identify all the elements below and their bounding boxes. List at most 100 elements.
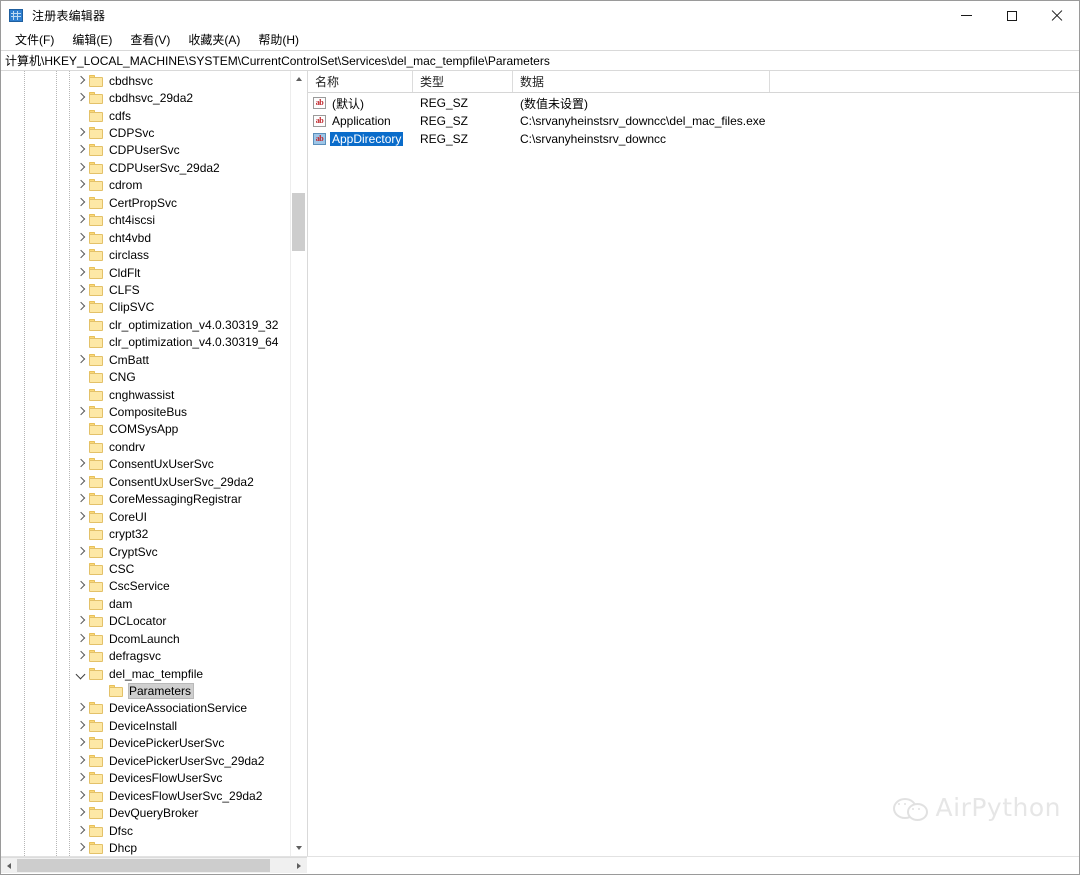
menu-item-2[interactable]: 编辑(E) [63, 29, 121, 51]
address-bar[interactable]: 计算机\HKEY_LOCAL_MACHINE\SYSTEM\CurrentCon… [1, 50, 1079, 71]
chevron-right-icon[interactable] [73, 700, 89, 716]
close-button[interactable] [1034, 1, 1079, 30]
tree-node[interactable]: ConsentUxUserSvc [1, 456, 291, 473]
chevron-right-icon[interactable] [73, 474, 89, 490]
chevron-right-icon[interactable] [73, 230, 89, 246]
tree-node[interactable]: Dhcp [1, 839, 291, 856]
chevron-right-icon[interactable] [73, 352, 89, 368]
tree-node[interactable]: CscService [1, 578, 291, 595]
tree-node[interactable]: DevicesFlowUserSvc_29da2 [1, 787, 291, 804]
chevron-right-icon[interactable] [73, 509, 89, 525]
chevron-right-icon[interactable] [73, 404, 89, 420]
tree-node[interactable]: DevQueryBroker [1, 804, 291, 821]
tree-node[interactable]: clr_optimization_v4.0.30319_32 [1, 316, 291, 333]
chevron-right-icon[interactable] [73, 735, 89, 751]
tree-node[interactable]: DevicePickerUserSvc [1, 735, 291, 752]
menu-item-3[interactable]: 查看(V) [121, 29, 179, 51]
column-header-name[interactable]: 名称 [308, 71, 413, 92]
column-header-type[interactable]: 类型 [413, 71, 513, 92]
menu-item-1[interactable]: 文件(F) [6, 29, 63, 51]
chevron-right-icon[interactable] [73, 125, 89, 141]
tree-node[interactable]: COMSysApp [1, 421, 291, 438]
chevron-right-icon[interactable] [73, 195, 89, 211]
chevron-right-icon[interactable] [73, 177, 89, 193]
chevron-right-icon[interactable] [73, 282, 89, 298]
chevron-right-icon[interactable] [73, 160, 89, 176]
scroll-up-button[interactable] [291, 71, 306, 87]
minimize-button[interactable] [944, 1, 989, 30]
tree-node[interactable]: DCLocator [1, 613, 291, 630]
chevron-right-icon[interactable] [73, 770, 89, 786]
tree-node[interactable]: CryptSvc [1, 543, 291, 560]
tree-node[interactable]: CompositeBus [1, 403, 291, 420]
tree-node[interactable]: del_mac_tempfile [1, 665, 291, 682]
value-row[interactable]: ab (默认) REG_SZ (数值未设置) [308, 94, 1079, 112]
chevron-down-icon[interactable] [73, 666, 89, 682]
tree-node[interactable]: clr_optimization_v4.0.30319_64 [1, 334, 291, 351]
tree-node[interactable]: Parameters [1, 682, 291, 700]
menu-item-5[interactable]: 帮助(H) [249, 29, 308, 51]
tree-node[interactable]: cdrom [1, 177, 291, 194]
tree-node[interactable]: CLFS [1, 281, 291, 298]
tree-node[interactable]: cnghwassist [1, 386, 291, 403]
tree-node[interactable]: crypt32 [1, 525, 291, 542]
tree-node[interactable]: CmBatt [1, 351, 291, 368]
tree-node[interactable]: CoreUI [1, 508, 291, 525]
chevron-right-icon[interactable] [73, 788, 89, 804]
tree-node[interactable]: cht4vbd [1, 229, 291, 246]
chevron-right-icon[interactable] [73, 247, 89, 263]
tree-node[interactable]: CDPSvc [1, 124, 291, 141]
chevron-right-icon[interactable] [73, 90, 89, 106]
chevron-right-icon[interactable] [73, 840, 89, 856]
tree-node[interactable]: cbdhsvc [1, 72, 291, 89]
chevron-right-icon[interactable] [73, 613, 89, 629]
tree-node[interactable]: DevicePickerUserSvc_29da2 [1, 752, 291, 769]
chevron-right-icon[interactable] [73, 73, 89, 89]
scroll-down-button[interactable] [291, 840, 306, 856]
chevron-right-icon[interactable] [73, 212, 89, 228]
tree-node[interactable]: CDPUserSvc [1, 142, 291, 159]
chevron-right-icon[interactable] [73, 718, 89, 734]
tree-node[interactable]: CSC [1, 560, 291, 577]
tree-node[interactable]: DeviceAssociationService [1, 700, 291, 717]
tree-node[interactable]: CldFlt [1, 264, 291, 281]
chevron-right-icon[interactable] [73, 142, 89, 158]
column-header-data[interactable]: 数据 [513, 71, 770, 92]
tree-node[interactable]: CoreMessagingRegistrar [1, 491, 291, 508]
chevron-right-icon[interactable] [73, 631, 89, 647]
tree-node[interactable]: condrv [1, 438, 291, 455]
tree-node[interactable]: cbdhsvc_29da2 [1, 89, 291, 106]
tree-node[interactable]: cht4iscsi [1, 212, 291, 229]
tree-vertical-scrollbar[interactable] [290, 71, 306, 856]
tree-horizontal-scrollbar[interactable] [1, 857, 307, 873]
tree-node[interactable]: cdfs [1, 107, 291, 124]
value-row[interactable]: ab AppDirectory REG_SZ C:\srvanyheinstsrv_d… [308, 130, 1079, 148]
maximize-button[interactable] [989, 1, 1034, 30]
tree-node[interactable]: ConsentUxUserSvc_29da2 [1, 473, 291, 490]
scroll-right-button[interactable] [291, 858, 307, 873]
chevron-right-icon[interactable] [73, 265, 89, 281]
tree-node[interactable]: dam [1, 595, 291, 612]
horizontal-scrollbar-thumb[interactable] [17, 859, 270, 872]
tree-node[interactable]: defragsvc [1, 647, 291, 664]
tree-node[interactable]: DevicesFlowUserSvc [1, 770, 291, 787]
chevron-right-icon[interactable] [73, 805, 89, 821]
tree-node[interactable]: CDPUserSvc_29da2 [1, 159, 291, 176]
menu-item-4[interactable]: 收藏夹(A) [179, 29, 249, 51]
chevron-right-icon[interactable] [73, 456, 89, 472]
tree-node[interactable]: DcomLaunch [1, 630, 291, 647]
tree-node[interactable]: DeviceInstall [1, 717, 291, 734]
value-row[interactable]: ab Application REG_SZ C:\srvanyheinstsrv_do… [308, 112, 1079, 130]
chevron-right-icon[interactable] [73, 299, 89, 315]
tree-scrollbar-thumb[interactable] [292, 193, 305, 251]
chevron-right-icon[interactable] [73, 753, 89, 769]
tree-node[interactable]: ClipSVC [1, 299, 291, 316]
tree-node[interactable]: CertPropSvc [1, 194, 291, 211]
tree-node[interactable]: CNG [1, 368, 291, 385]
chevron-right-icon[interactable] [73, 578, 89, 594]
tree-node[interactable]: circlass [1, 246, 291, 263]
chevron-right-icon[interactable] [73, 491, 89, 507]
chevron-right-icon[interactable] [73, 544, 89, 560]
tree-node[interactable]: Dfsc [1, 822, 291, 839]
chevron-right-icon[interactable] [73, 648, 89, 664]
